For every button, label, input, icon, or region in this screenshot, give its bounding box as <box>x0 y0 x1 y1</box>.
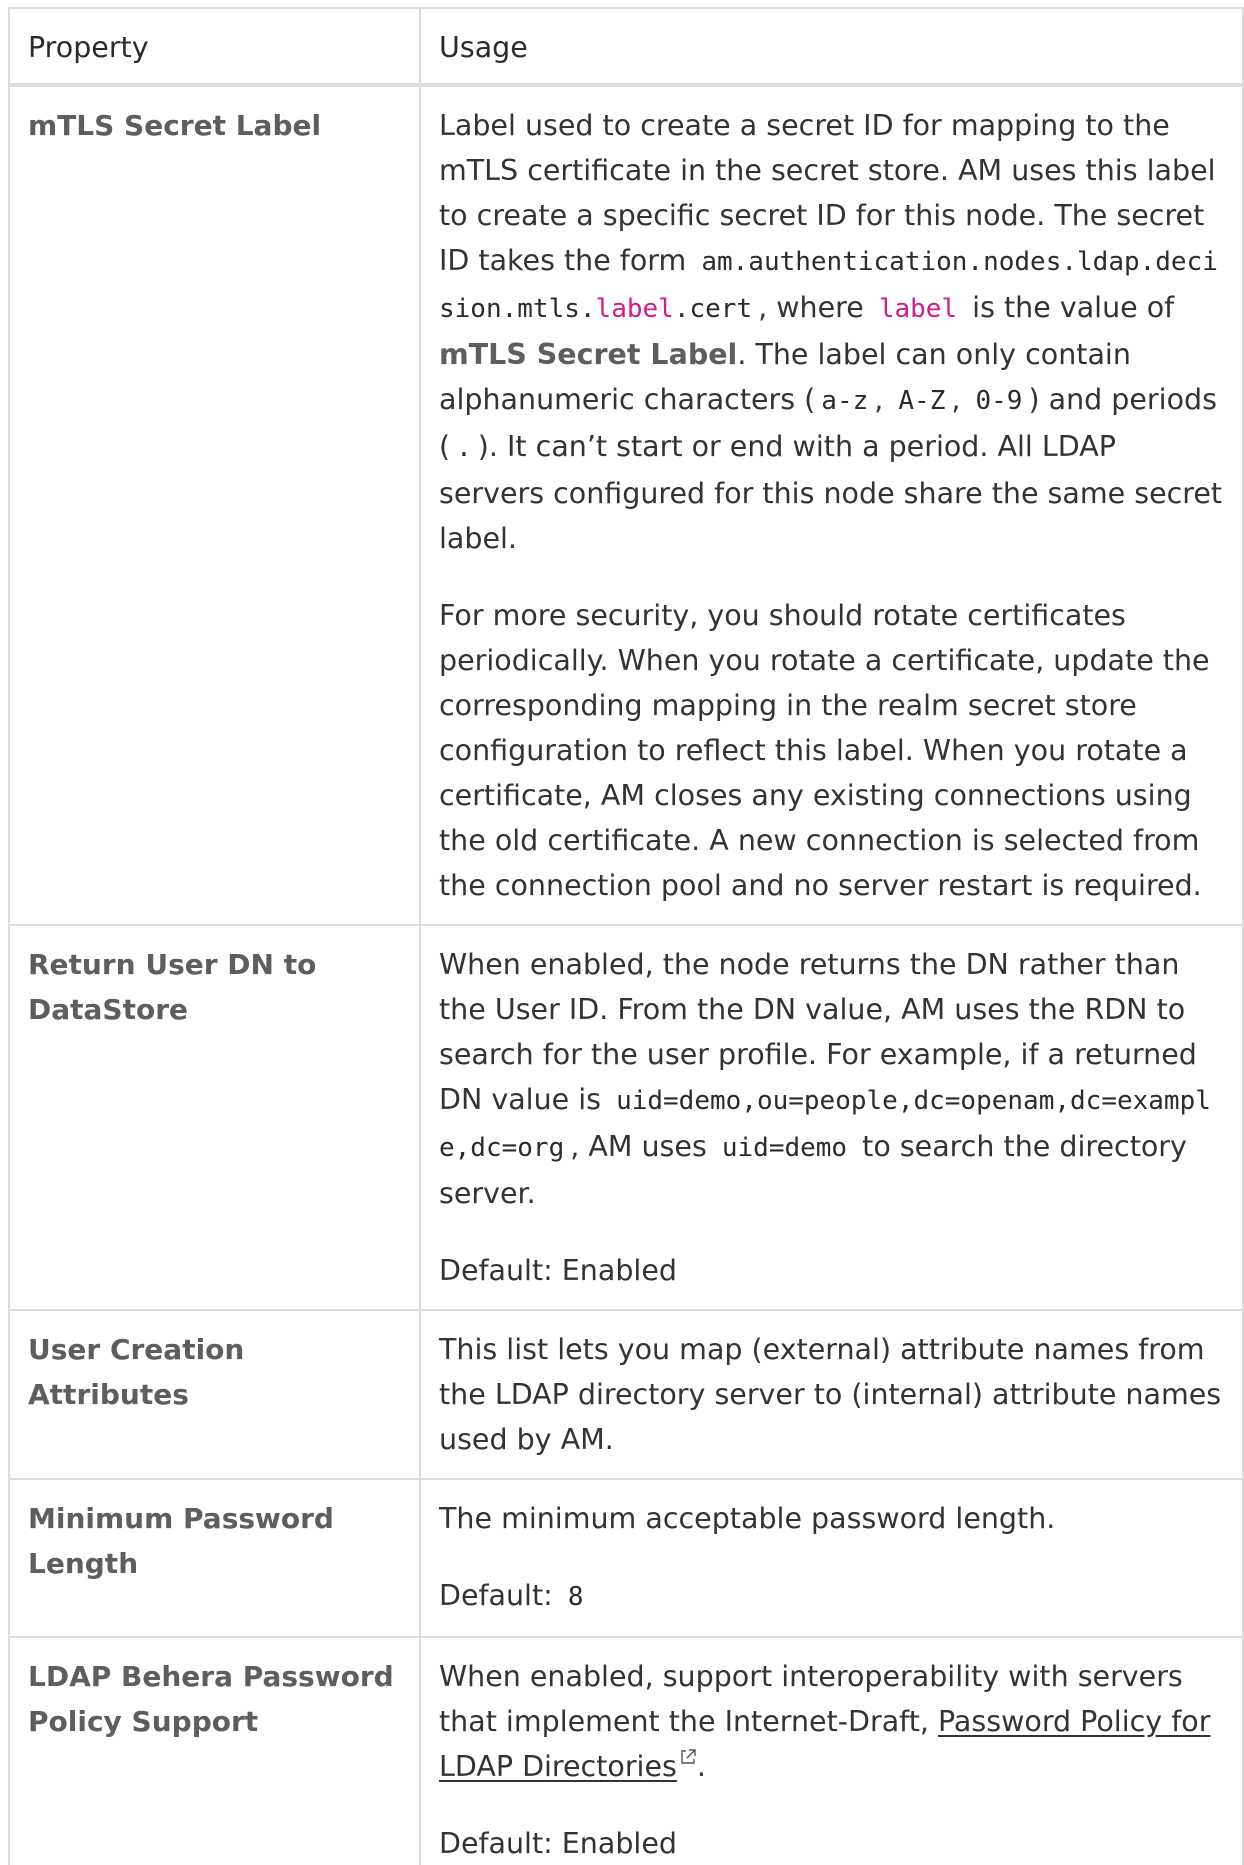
label-variable-code: label <box>878 294 958 324</box>
default-value: Default: 8 <box>439 1573 1224 1620</box>
usage-text: , AM uses <box>570 1130 707 1163</box>
external-link-icon[interactable] <box>679 1748 697 1766</box>
table-row-return-user-dn: Return User DN to DataStore When enabled… <box>8 924 1244 1311</box>
separator: , <box>874 383 884 416</box>
column-header-property: Property <box>8 7 421 87</box>
separator: , <box>951 383 961 416</box>
usage-paragraph: When enabled, support interoperability w… <box>439 1654 1224 1789</box>
properties-table: Property Usage mTLS Secret Label Label u… <box>8 7 1244 1865</box>
range-code: 0-9 <box>975 386 1023 416</box>
default-value: Default: Enabled <box>439 1827 677 1860</box>
bold-property-reference: mTLS Secret Label <box>439 338 738 371</box>
property-usage: Label used to create a secret ID for map… <box>419 84 1244 926</box>
property-usage: When enabled, the node returns the DN ra… <box>419 924 1244 1311</box>
usage-paragraph: For more security, you should rotate cer… <box>439 599 1210 902</box>
property-usage: When enabled, support interoperability w… <box>419 1636 1244 1865</box>
property-name: LDAP Behera Password Policy Support <box>8 1636 421 1865</box>
usage-paragraph: This list lets you map (external) attrib… <box>439 1333 1222 1456</box>
table-row-user-creation-attributes: User Creation Attributes This list lets … <box>8 1309 1244 1480</box>
page: Property Usage mTLS Secret Label Label u… <box>0 0 1244 1865</box>
property-name: User Creation Attributes <box>8 1309 421 1480</box>
property-usage: This list lets you map (external) attrib… <box>419 1309 1244 1480</box>
table-header-row: Property Usage <box>8 7 1244 87</box>
default-value-code: 8 <box>567 1582 584 1612</box>
usage-paragraph: When enabled, the node returns the DN ra… <box>439 942 1224 1216</box>
table-row-minimum-password-length: Minimum Password Length The minimum acce… <box>8 1478 1244 1638</box>
range-code: A-Z <box>898 386 946 416</box>
range-code: a-z <box>821 386 869 416</box>
secret-id-suffix: .cert <box>673 294 753 324</box>
column-header-usage: Usage <box>419 7 1244 87</box>
secret-id-variable: label <box>595 294 674 324</box>
usage-paragraph: Label used to create a secret ID for map… <box>439 103 1224 561</box>
table-row-mtls-secret-label: mTLS Secret Label Label used to create a… <box>8 84 1244 926</box>
usage-paragraph: The minimum acceptable password length. <box>439 1502 1056 1535</box>
usage-text: , where <box>758 291 864 324</box>
usage-text: ). It can’t start or end with a period. … <box>439 430 1223 555</box>
default-value: Default: Enabled <box>439 1254 677 1287</box>
property-name: Minimum Password Length <box>8 1478 421 1638</box>
property-name: mTLS Secret Label <box>8 84 421 926</box>
usage-text: . <box>696 1750 706 1783</box>
period-code: . <box>456 433 472 463</box>
property-name: Return User DN to DataStore <box>8 924 421 1311</box>
usage-text: is the value of <box>972 291 1175 324</box>
rdn-example-code: uid=demo <box>721 1133 848 1163</box>
default-label: Default: <box>439 1579 553 1612</box>
property-usage: The minimum acceptable password length. … <box>419 1478 1244 1638</box>
table-row-ldap-behera-policy: LDAP Behera Password Policy Support When… <box>8 1636 1244 1865</box>
